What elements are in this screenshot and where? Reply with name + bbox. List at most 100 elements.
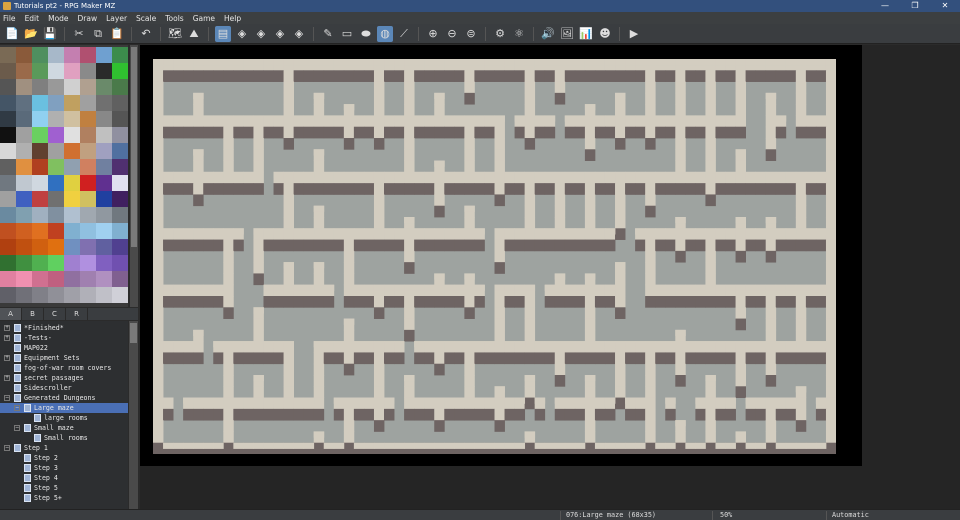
tile-swatch[interactable] bbox=[32, 207, 48, 223]
menu-layer[interactable]: Layer bbox=[106, 14, 127, 23]
palette-scroll-thumb[interactable] bbox=[131, 47, 137, 247]
tile-swatch[interactable] bbox=[0, 239, 16, 255]
tree-expander-icon[interactable]: + bbox=[4, 335, 10, 341]
tile-swatch[interactable] bbox=[0, 95, 16, 111]
tile-swatch[interactable] bbox=[64, 255, 80, 271]
tab-c[interactable]: C bbox=[44, 308, 66, 320]
minimize-button[interactable]: — bbox=[870, 0, 900, 12]
tile-swatch[interactable] bbox=[16, 239, 32, 255]
tile-swatch[interactable] bbox=[0, 47, 16, 63]
tile-swatch[interactable] bbox=[112, 207, 128, 223]
tile-swatch[interactable] bbox=[0, 159, 16, 175]
tile-swatch[interactable] bbox=[80, 127, 96, 143]
tile-swatch[interactable] bbox=[112, 159, 128, 175]
tile-swatch[interactable] bbox=[0, 63, 16, 79]
tile-swatch[interactable] bbox=[16, 159, 32, 175]
plugin-manager-button[interactable]: ⚛ bbox=[511, 26, 527, 42]
tile-swatch[interactable] bbox=[80, 223, 96, 239]
fill-button[interactable]: ◍ bbox=[377, 25, 393, 42]
tile-swatch[interactable] bbox=[16, 191, 32, 207]
map-tree-item[interactable]: − Small maze bbox=[0, 423, 128, 433]
menu-mode[interactable]: Mode bbox=[48, 14, 68, 23]
tile-swatch[interactable] bbox=[80, 111, 96, 127]
tile-swatch[interactable] bbox=[64, 175, 80, 191]
tree-expander-icon[interactable]: − bbox=[4, 395, 10, 401]
tile-swatch[interactable] bbox=[80, 255, 96, 271]
map-tree-item[interactable]: + Equipment Sets bbox=[0, 353, 128, 363]
tile-swatch[interactable] bbox=[48, 111, 64, 127]
tile-swatch[interactable] bbox=[80, 159, 96, 175]
tile-swatch[interactable] bbox=[64, 127, 80, 143]
menu-help[interactable]: Help bbox=[224, 14, 241, 23]
tile-swatch[interactable] bbox=[16, 207, 32, 223]
rectangle-button[interactable]: ▭ bbox=[339, 26, 355, 42]
tile-swatch[interactable] bbox=[48, 223, 64, 239]
tile-swatch[interactable] bbox=[0, 271, 16, 287]
sound-test-button[interactable]: 🔊 bbox=[540, 26, 556, 42]
tile-swatch[interactable] bbox=[96, 63, 112, 79]
tile-swatch[interactable] bbox=[32, 159, 48, 175]
tile-swatch[interactable] bbox=[48, 207, 64, 223]
tile-swatch[interactable] bbox=[48, 143, 64, 159]
tile-swatch[interactable] bbox=[32, 223, 48, 239]
tile-swatch[interactable] bbox=[16, 95, 32, 111]
tile-swatch[interactable] bbox=[64, 159, 80, 175]
tile-swatch[interactable] bbox=[112, 287, 128, 303]
tile-swatch[interactable] bbox=[16, 111, 32, 127]
tile-swatch[interactable] bbox=[32, 175, 48, 191]
tile-swatch[interactable] bbox=[80, 95, 96, 111]
map-tree-item[interactable]: large rooms bbox=[0, 413, 128, 423]
palette-scrollbar[interactable] bbox=[130, 45, 138, 307]
tile-swatch[interactable] bbox=[16, 63, 32, 79]
tile-swatch[interactable] bbox=[112, 175, 128, 191]
map-tree-item[interactable]: MAP022 bbox=[0, 343, 128, 353]
tile-swatch[interactable] bbox=[80, 239, 96, 255]
event-mode-button[interactable]: ⛰ bbox=[186, 26, 202, 42]
new-project-button[interactable]: 📄 bbox=[4, 26, 20, 42]
map-tree-item[interactable]: + -Tests- bbox=[0, 333, 128, 343]
tile-swatch[interactable] bbox=[48, 191, 64, 207]
menu-edit[interactable]: Edit bbox=[25, 14, 40, 23]
tile-swatch[interactable] bbox=[32, 287, 48, 303]
tile-swatch[interactable] bbox=[16, 223, 32, 239]
menu-draw[interactable]: Draw bbox=[78, 14, 98, 23]
character-generator-button[interactable]: ☻ bbox=[597, 26, 613, 42]
tile-swatch[interactable] bbox=[0, 143, 16, 159]
tile-swatch[interactable] bbox=[96, 271, 112, 287]
tile-swatch[interactable] bbox=[16, 143, 32, 159]
map-tree-item[interactable]: fog-of-war room covers bbox=[0, 363, 128, 373]
tile-swatch[interactable] bbox=[64, 287, 80, 303]
map-tree-scrollbar[interactable] bbox=[129, 321, 138, 510]
map-tree-item[interactable]: − Step 1 bbox=[0, 443, 128, 453]
menu-game[interactable]: Game bbox=[193, 14, 215, 23]
tile-swatch[interactable] bbox=[112, 271, 128, 287]
map-tree-item[interactable]: Step 4 bbox=[0, 473, 128, 483]
tile-swatch[interactable] bbox=[80, 175, 96, 191]
tile-swatch[interactable] bbox=[48, 79, 64, 95]
map-tree-item[interactable]: + *Finished* bbox=[0, 323, 128, 333]
map-tree-scroll-thumb[interactable] bbox=[130, 323, 137, 343]
tile-swatch[interactable] bbox=[48, 159, 64, 175]
tile-swatch[interactable] bbox=[96, 143, 112, 159]
tile-swatch[interactable] bbox=[0, 111, 16, 127]
map-tree-item[interactable]: + secret passages bbox=[0, 373, 128, 383]
tile-swatch[interactable] bbox=[112, 63, 128, 79]
tile-swatch[interactable] bbox=[16, 79, 32, 95]
map-tree-item[interactable]: Step 3 bbox=[0, 463, 128, 473]
event-searcher-button[interactable]: 🖼 bbox=[559, 26, 575, 42]
layer-1-button[interactable]: ◈ bbox=[234, 26, 250, 42]
undo-button[interactable]: ↶ bbox=[138, 26, 154, 42]
maximize-button[interactable]: ❐ bbox=[900, 0, 930, 12]
tile-swatch[interactable] bbox=[0, 79, 16, 95]
paste-button[interactable]: 📋 bbox=[109, 26, 125, 42]
tile-swatch[interactable] bbox=[96, 79, 112, 95]
tile-swatch[interactable] bbox=[16, 255, 32, 271]
tile-swatch[interactable] bbox=[0, 255, 16, 271]
tile-swatch[interactable] bbox=[112, 239, 128, 255]
menu-file[interactable]: File bbox=[3, 14, 16, 23]
tree-expander-icon[interactable]: − bbox=[14, 425, 20, 431]
tile-swatch[interactable] bbox=[96, 207, 112, 223]
tile-swatch[interactable] bbox=[96, 127, 112, 143]
tile-swatch[interactable] bbox=[48, 271, 64, 287]
tile-swatch[interactable] bbox=[96, 159, 112, 175]
